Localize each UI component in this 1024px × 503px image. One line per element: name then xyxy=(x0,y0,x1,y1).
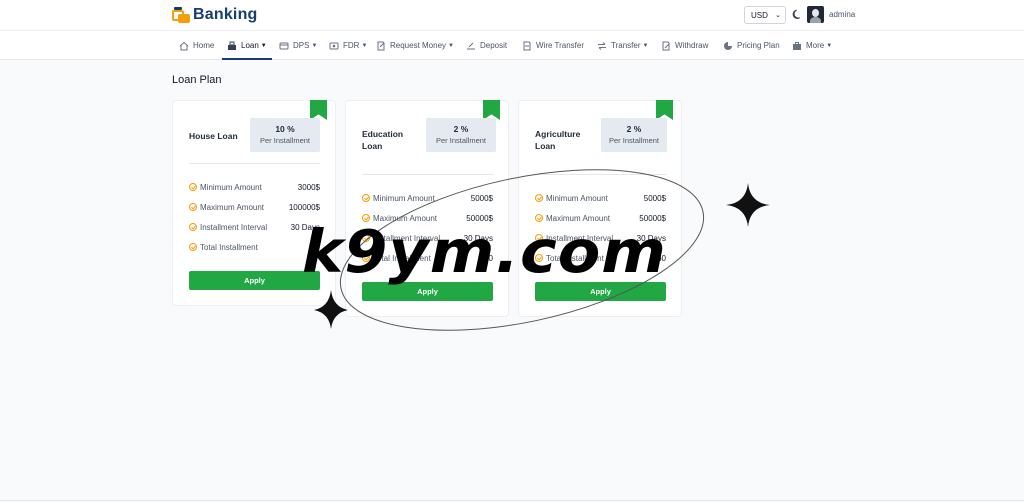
divider xyxy=(189,163,320,164)
transfer-icon xyxy=(597,41,607,51)
nav-item-dps[interactable]: DPS ▼ xyxy=(279,31,317,60)
chevron-down-icon: ⌄ xyxy=(775,12,781,19)
pricing-plan-icon xyxy=(723,41,733,51)
divider xyxy=(535,174,666,175)
check-circle-icon xyxy=(362,194,370,202)
check-circle-icon xyxy=(189,183,197,191)
check-circle-icon xyxy=(189,243,197,251)
divider xyxy=(0,500,1024,501)
currency-select[interactable]: USD ⌄ xyxy=(744,6,786,24)
currency-value: USD xyxy=(751,10,768,20)
row-value: 5000$ xyxy=(643,193,666,203)
nav-label: Withdraw xyxy=(675,41,709,50)
nav-label: DPS xyxy=(293,41,310,50)
active-tab-indicator xyxy=(222,58,272,60)
fdr-icon xyxy=(329,41,339,51)
plan-row: Total Installment 10 xyxy=(189,241,320,253)
nav-item-fdr[interactable]: FDR ▼ xyxy=(329,31,367,60)
row-value: 5000$ xyxy=(470,193,493,203)
nav-item-more[interactable]: More ▼ xyxy=(792,31,832,60)
nav-item-transfer[interactable]: Transfer ▼ xyxy=(597,31,648,60)
dps-icon xyxy=(279,41,289,51)
bookmark-ribbon-icon xyxy=(656,100,673,120)
row-label: Maximum Amount xyxy=(200,202,265,212)
plan-row: Installment Interval 30 Days xyxy=(189,221,320,233)
check-circle-icon xyxy=(535,194,543,202)
rate-label: Per Installment xyxy=(608,136,660,145)
check-circle-icon xyxy=(189,203,197,211)
nav-label: Request Money xyxy=(390,41,447,50)
nav-label: More xyxy=(806,41,825,50)
page-title: Loan Plan xyxy=(172,74,222,86)
bookmark-ribbon-icon xyxy=(483,100,500,120)
wire-transfer-icon xyxy=(522,41,532,51)
watermark-text: k9ym.com xyxy=(302,216,667,287)
briefcase-icon xyxy=(792,41,802,51)
apply-button[interactable]: Apply xyxy=(189,271,320,290)
nav-item-withdraw[interactable]: Withdraw xyxy=(661,31,708,60)
brand-name: Banking xyxy=(193,6,258,23)
rate-value: 2 % xyxy=(626,124,642,134)
rate-label: Per Installment xyxy=(435,136,487,145)
nav-item-deposit[interactable]: Deposit xyxy=(466,31,507,60)
bank-logo-icon xyxy=(172,7,190,23)
nav-item-pricing-plan[interactable]: Pricing Plan xyxy=(723,31,780,60)
divider xyxy=(362,174,493,175)
deposit-icon xyxy=(466,41,476,51)
nav-label: Transfer xyxy=(611,41,641,50)
rate-box: 10 % Per Installment xyxy=(250,118,320,152)
plan-row: Maximum Amount 100000$ xyxy=(189,201,320,213)
row-label: Installment Interval xyxy=(200,222,268,232)
nav-label: Deposit xyxy=(480,41,508,50)
chevron-down-icon: ▼ xyxy=(260,42,267,49)
plan-name: House Loan xyxy=(189,131,238,141)
plan-row: Minimum Amount 5000$ xyxy=(362,192,493,204)
rate-box: 2 % Per Installment xyxy=(426,118,496,152)
nav-label: Home xyxy=(193,41,215,50)
check-circle-icon xyxy=(189,223,197,231)
row-label: Minimum Amount xyxy=(200,182,262,192)
nav-item-home[interactable]: Home xyxy=(179,31,214,60)
plan-row: Minimum Amount 3000$ xyxy=(189,181,320,193)
withdraw-icon xyxy=(661,41,671,51)
nav-label: FDR xyxy=(343,41,360,50)
request-money-icon xyxy=(376,41,386,51)
nav-label: Pricing Plan xyxy=(737,41,780,50)
top-bar: Banking USD ⌄ admina xyxy=(0,0,1024,30)
avatar[interactable] xyxy=(807,6,824,23)
chevron-down-icon: ▼ xyxy=(826,42,833,49)
bookmark-ribbon-icon xyxy=(310,100,327,120)
nav-item-loan[interactable]: Loan ▼ xyxy=(227,31,267,60)
row-label: Total Installment xyxy=(200,242,258,252)
rate-value: 2 % xyxy=(453,124,469,134)
nav-item-request-money[interactable]: Request Money ▼ xyxy=(376,31,454,60)
nav-label: Wire Transfer xyxy=(536,41,585,50)
chevron-down-icon: ▼ xyxy=(448,42,454,49)
brand-logo[interactable]: Banking xyxy=(172,6,258,24)
row-value: 3000$ xyxy=(297,182,320,192)
username[interactable]: admina xyxy=(829,10,855,19)
nav-label: Loan xyxy=(241,41,259,50)
home-icon xyxy=(179,41,189,51)
loan-icon xyxy=(227,41,237,51)
chevron-down-icon: ▼ xyxy=(311,42,318,49)
main-nav: Home Loan ▼ DPS ▼ FDR ▼ Request Money ▼ … xyxy=(0,30,1024,60)
row-label: Minimum Amount xyxy=(373,193,435,203)
plan-name: Agriculture Loan xyxy=(535,129,581,151)
rate-value: 10 % xyxy=(275,124,295,134)
rate-label: Per Installment xyxy=(259,136,311,145)
moon-icon[interactable] xyxy=(792,9,803,20)
plan-row: Minimum Amount 5000$ xyxy=(535,192,666,204)
nav-item-wire-transfer[interactable]: Wire Transfer xyxy=(522,31,584,60)
plan-name: Education Loan xyxy=(362,129,404,151)
chevron-down-icon: ▼ xyxy=(642,42,649,49)
rate-box: 2 % Per Installment xyxy=(601,118,667,152)
chevron-down-icon: ▼ xyxy=(361,42,368,49)
row-value: 100000$ xyxy=(288,202,320,212)
sparkle-icon xyxy=(726,183,770,227)
row-label: Minimum Amount xyxy=(546,193,608,203)
